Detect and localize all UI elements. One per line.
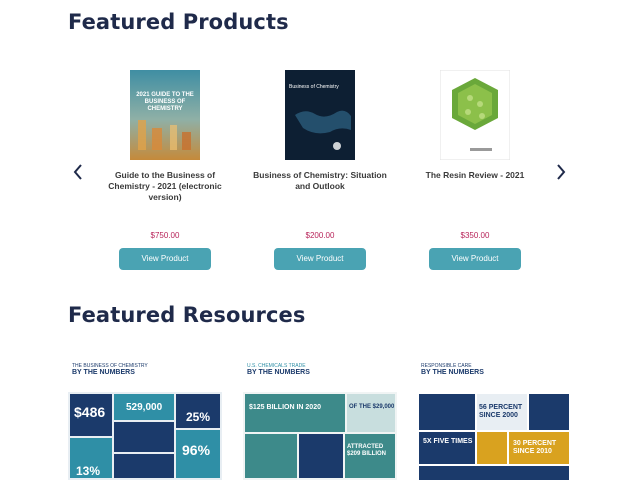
cover-title: 2021 GUIDE TO THE BUSINESS OF CHEMISTRY xyxy=(136,92,194,112)
stat: $125 BILLION IN 2020 xyxy=(249,404,321,411)
product-card: Business of Chemistry Business of Chemis… xyxy=(250,70,390,270)
resource-subheading: BY THE NUMBERS xyxy=(421,369,484,376)
featured-resources-heading: Featured Resources xyxy=(68,303,306,327)
stat: $486 xyxy=(74,404,106,420)
product-image-guide[interactable]: 2021 GUIDE TO THE BUSINESS OF CHEMISTRY xyxy=(130,70,200,160)
infographic-panel: 56 PERCENT SINCE 2000 5X FIVE TIMES 30 P… xyxy=(417,392,571,480)
resource-subheading: BY THE NUMBERS xyxy=(72,369,135,376)
product-card: The Resin Review - 2021 $350.00 View Pro… xyxy=(405,70,545,270)
infographic-panel: $125 BILLION IN 2020 OF THE $29,000 ATTR… xyxy=(243,392,397,480)
stat: 529,000 xyxy=(126,402,163,413)
stat: 13% xyxy=(76,464,101,478)
view-product-button[interactable]: View Product xyxy=(274,248,366,270)
view-product-button[interactable]: View Product xyxy=(429,248,521,270)
product-image-situation[interactable]: Business of Chemistry xyxy=(285,70,355,160)
stat: 30 PERCENT SINCE 2010 xyxy=(513,440,557,455)
product-name[interactable]: Guide to the Business of Chemistry - 202… xyxy=(95,170,235,214)
product-price: $200.00 xyxy=(305,231,335,240)
stat: 25% xyxy=(186,410,211,424)
resource-subheading: BY THE NUMBERS xyxy=(247,369,310,376)
product-name[interactable]: The Resin Review - 2021 xyxy=(405,170,545,214)
stat: ATTRACTED $209 BILLION xyxy=(347,444,387,457)
product-name[interactable]: Business of Chemistry: Situation and Out… xyxy=(250,170,390,214)
carousel-next-arrow-icon[interactable] xyxy=(553,162,569,182)
view-product-button[interactable]: View Product xyxy=(119,248,211,270)
carousel-prev-arrow-icon[interactable] xyxy=(70,162,86,182)
product-card: 2021 GUIDE TO THE BUSINESS OF CHEMISTRY … xyxy=(95,70,235,270)
infographic-panel: $486 529,000 25% 96% 13% xyxy=(68,392,222,480)
product-price: $350.00 xyxy=(460,231,490,240)
resource-infographic-business[interactable]: THE BUSINESS OF CHEMISTRY BY THE NUMBERS… xyxy=(68,360,222,480)
stat: 56 PERCENT SINCE 2000 xyxy=(479,404,523,419)
stat: 96% xyxy=(182,442,211,458)
stat: 5X FIVE TIMES xyxy=(423,438,473,445)
featured-products-heading: Featured Products xyxy=(68,10,289,34)
resource-infographic-responsible-care[interactable]: RESPONSIBLE CARE BY THE NUMBERS 56 PERCE… xyxy=(417,360,571,480)
cover-title: Business of Chemistry xyxy=(289,84,339,90)
product-price: $750.00 xyxy=(150,231,180,240)
stat: OF THE $29,000 xyxy=(349,404,395,410)
product-image-resin[interactable] xyxy=(440,70,510,160)
resource-infographic-trade[interactable]: U.S. CHEMICALS TRADE BY THE NUMBERS $125… xyxy=(243,360,397,480)
